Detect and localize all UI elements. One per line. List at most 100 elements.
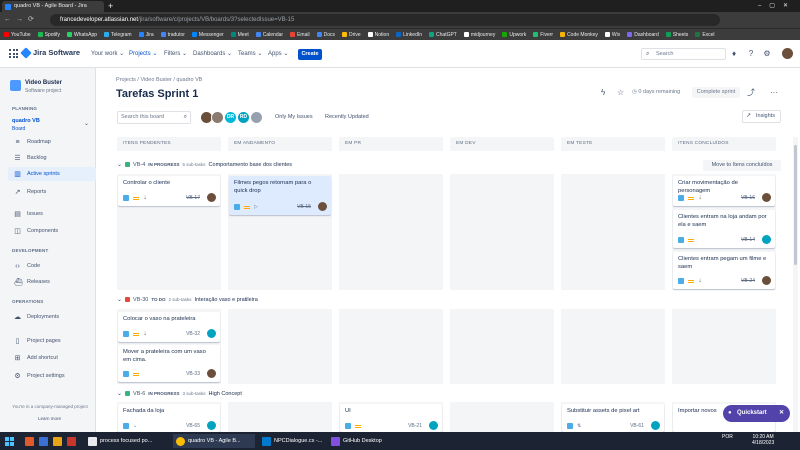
nav-projects[interactable]: Projects ⌄ (129, 50, 157, 57)
star-icon[interactable]: ☆ (617, 87, 624, 98)
system-clock[interactable]: 10:20 AM 4/18/2023 (752, 434, 774, 446)
taskbar-pinned-app[interactable] (36, 434, 51, 448)
issue-card[interactable]: Fachada da loja ⌄ VB-65 (118, 404, 220, 432)
bookmark-excel[interactable]: Excel (695, 32, 715, 38)
taskbar-pinned-app[interactable] (50, 434, 65, 448)
swimlane-header[interactable]: ⌄ VB-6 IN PROGRESS 3 sub-tasks High Conc… (117, 390, 242, 398)
app-switcher-icon[interactable] (9, 49, 18, 58)
taskbar-app-active[interactable]: quadro VB - Agile B... (173, 434, 255, 448)
url-field[interactable]: francedeveloper.atlassian.net/jira/softw… (50, 14, 720, 26)
issue-card[interactable]: Clientes entram na loja andam por ela e … (673, 210, 775, 248)
taskbar-app[interactable]: NPCDialogue.cs -... (259, 434, 331, 448)
recently-updated-filter[interactable]: Recently Updated (322, 111, 372, 124)
sidebar-item-releases[interactable]: ⛴ Releases (8, 275, 96, 289)
bookmark-midjourney[interactable]: midjourney (463, 32, 495, 38)
bookmark-wix[interactable]: Wix (604, 32, 620, 38)
sidebar-item-active-sprints[interactable]: ▥ Active sprints (8, 167, 96, 181)
jira-logo[interactable]: Jira Software (20, 46, 80, 59)
assignee-avatar[interactable] (250, 111, 263, 124)
move-to-done-button[interactable]: Move to Itens concluídos (703, 160, 781, 171)
sidebar-item-backlog[interactable]: ☰ Backlog (8, 151, 96, 165)
bookmark-chatgpt[interactable]: ChatGPT (429, 32, 457, 38)
taskbar-pinned-app[interactable] (22, 434, 37, 448)
bookmark-email[interactable]: Email (290, 32, 310, 38)
taskbar-app[interactable]: process focused po... (85, 434, 167, 448)
board-selector[interactable]: quadro VB Board ⌄ (8, 116, 92, 134)
bookmark-calendar[interactable]: Calendar (255, 32, 283, 38)
sidebar-item-deployments[interactable]: ☁ Deployments (8, 310, 96, 324)
sidebar-item-issues[interactable]: ▤ Issues (8, 207, 96, 221)
share-icon[interactable]: ⤴ (747, 87, 755, 98)
taskbar-pinned-app[interactable] (64, 434, 79, 448)
issue-card[interactable]: Controlar o cliente ⇣ VB-17 (118, 176, 220, 206)
issues-icon: ▤ (14, 210, 21, 218)
sidebar-item-reports[interactable]: ↗ Reports (8, 185, 96, 199)
bookmark-notion[interactable]: Notion (367, 32, 389, 38)
bookmark-favicon-icon (560, 32, 566, 37)
browser-tab[interactable]: quadro VB - Agile Board - Jira (2, 1, 104, 12)
nav-apps[interactable]: Apps ⌄ (268, 50, 288, 57)
settings-gear-icon[interactable]: ⚙ (762, 49, 772, 59)
issue-card[interactable]: Clientes entram pegam um filme e saem ⇣ V… (673, 252, 775, 289)
bookmark-meet[interactable]: Meet (230, 32, 249, 38)
only-my-issues-filter[interactable]: Only My Issues (272, 111, 316, 124)
nav-teams[interactable]: Teams ⌄ (238, 50, 262, 57)
bookmark-docs[interactable]: Docs (316, 32, 335, 38)
board-search-input[interactable]: Search this board ⌕ (117, 111, 191, 124)
browser-nav-buttons[interactable]: ←→⟳ (4, 12, 39, 28)
bookmark-jira[interactable]: Jira (138, 32, 154, 38)
issue-card[interactable]: Mover a prateleira com um vaso em cima. … (118, 345, 220, 382)
more-options-icon[interactable]: ··· (770, 87, 778, 98)
bookmark-linkedin[interactable]: LinkedIn (396, 32, 422, 38)
bookmark-messenger[interactable]: Messenger (191, 32, 224, 38)
assignee-avatar[interactable]: RD (237, 111, 250, 124)
bookmark-upwork[interactable]: Upwork (502, 32, 526, 38)
sidebar-item-components[interactable]: ◫ Components (8, 224, 96, 238)
bookmark-youtube[interactable]: YouTube (4, 32, 31, 38)
assignee-avatar[interactable] (211, 111, 224, 124)
taskbar-app[interactable]: GitHub Desktop (328, 434, 398, 448)
quickstart-button[interactable]: ● Quickstart ✕ (723, 405, 790, 422)
nav-dashboards[interactable]: Dashboards ⌄ (193, 50, 232, 57)
windows-start-icon[interactable] (5, 437, 14, 446)
bookmark-code-monkey[interactable]: Code Monkey (560, 32, 598, 38)
help-icon[interactable]: ? (746, 49, 756, 59)
bookmark-tradutor[interactable]: tradutor (160, 32, 185, 38)
issue-card[interactable]: UI VB-21 (340, 404, 442, 432)
issue-card-selected[interactable]: Filmes pegos retornam para o quick drop … (229, 176, 331, 215)
sidebar-item-project-pages[interactable]: ▯ Project pages (8, 334, 96, 348)
notifications-icon[interactable]: ♦ (729, 49, 739, 59)
close-icon[interactable]: ✕ (779, 405, 784, 422)
swimlane-header[interactable]: ⌄ VB-30 TO DO 2 sub-tasks Interação vaso… (117, 296, 258, 304)
scrollbar-thumb[interactable] (794, 145, 797, 265)
complete-sprint-button[interactable]: Complete sprint (692, 87, 740, 98)
user-avatar[interactable] (782, 48, 793, 59)
sidebar-item-project-settings[interactable]: ⚙ Project settings (8, 369, 96, 383)
bookmark-telegram[interactable]: Telegram (104, 32, 132, 38)
swimlane-header[interactable]: ⌄ VB-4 IN PROGRESS 5 sub-tasks Comportam… (117, 161, 292, 169)
nav-your-work[interactable]: Your work ⌄ (91, 50, 124, 57)
nav-filters[interactable]: Filters ⌄ (164, 50, 187, 57)
issue-card[interactable]: Colocar o vaso na prateleira ⇣ VB-32 (118, 312, 220, 342)
learn-more-link[interactable]: Learn more (38, 416, 61, 421)
bookmark-dashboard[interactable]: Dashboard (627, 32, 659, 38)
create-button[interactable]: Create (298, 49, 322, 60)
system-tray-lang[interactable]: POR (722, 434, 733, 440)
sidebar-item-roadmap[interactable]: ≡ Roadmap (8, 135, 96, 149)
bookmark-fiverr[interactable]: Fiverr (533, 32, 553, 38)
new-tab-button[interactable]: + (108, 0, 113, 12)
window-controls[interactable]: –▢✕ (758, 0, 796, 12)
bookmark-drive[interactable]: Drive (341, 32, 361, 38)
sidebar-item-add-shortcut[interactable]: ⊞ Add shortcut (8, 351, 96, 365)
lightning-icon[interactable]: ϟ (601, 87, 605, 98)
bookmark-spotify[interactable]: Spotify (37, 32, 60, 38)
insights-button[interactable]: ↗ Insights (742, 110, 781, 123)
bookmark-sheets[interactable]: Sheets (665, 32, 688, 38)
issue-card[interactable]: Criar movimentação de personagem ⇣ VB-16 (673, 176, 775, 206)
assignee-avatar[interactable]: DR (224, 111, 237, 124)
global-search-input[interactable]: ⌕ Search (641, 48, 726, 60)
sidebar-item-code[interactable]: ‹› Code (8, 259, 96, 273)
breadcrumb[interactable]: Projects / Video Buster / quadro VB (116, 77, 202, 83)
bookmark-whatsapp[interactable]: WhatsApp (66, 32, 97, 38)
issue-card[interactable]: Substituir assets de pixel art ⇅ VB-61 (562, 404, 664, 432)
